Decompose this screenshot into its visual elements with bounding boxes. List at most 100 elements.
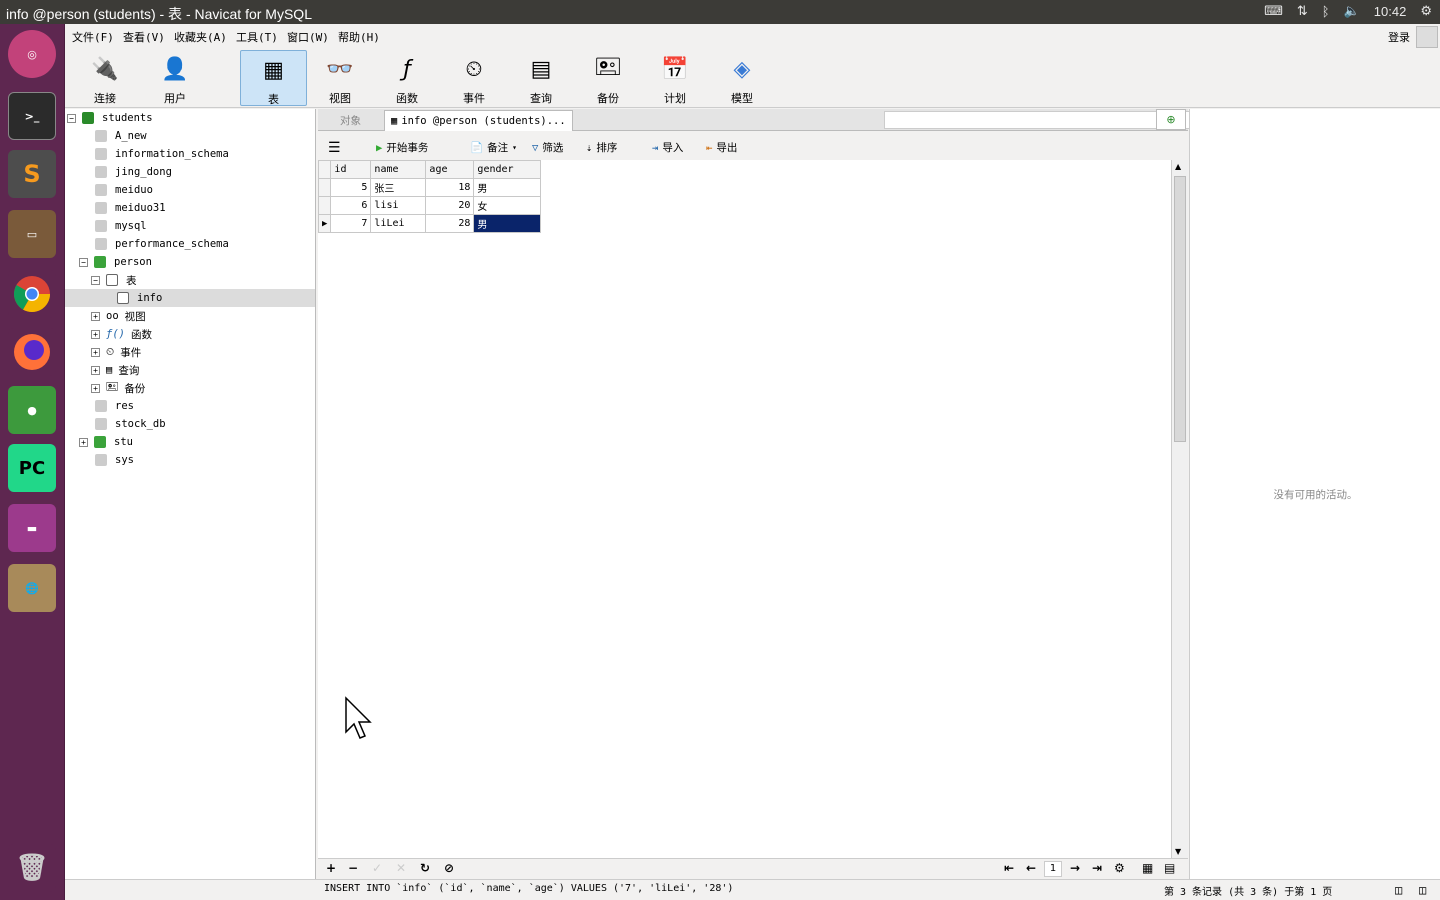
- firefox-icon[interactable]: [8, 328, 56, 376]
- vertical-scrollbar[interactable]: ▲ ▼: [1171, 160, 1188, 858]
- archive-globe-icon[interactable]: 🌐: [8, 564, 56, 612]
- clock[interactable]: 10:42: [1374, 4, 1407, 19]
- tab-info-table[interactable]: ▦ info @person (students)...: [384, 110, 573, 131]
- expand-icon[interactable]: +: [91, 383, 100, 393]
- user-button[interactable]: 👤 用户: [143, 50, 207, 106]
- panel-toggle-right-icon[interactable]: ◫: [1419, 883, 1426, 897]
- collapse-icon[interactable]: −: [67, 113, 76, 123]
- expand-icon[interactable]: +: [91, 347, 100, 357]
- tree-db[interactable]: information_schema: [95, 145, 229, 163]
- cell-age[interactable]: 18: [425, 178, 475, 197]
- tree-queries-group[interactable]: + ▤ 查询: [91, 361, 139, 379]
- cell-gender[interactable]: 女: [473, 196, 542, 215]
- tree-views-group[interactable]: + oo 视图: [91, 307, 146, 325]
- event-button[interactable]: ⏲ 事件: [442, 50, 506, 106]
- expand-icon[interactable]: +: [91, 311, 100, 321]
- settings-gear-icon[interactable]: ⚙: [1114, 861, 1125, 875]
- gear-icon[interactable]: ⚙: [1420, 3, 1432, 19]
- tree-backups-group[interactable]: + 🖭 备份: [91, 379, 145, 397]
- row-pointer-icon[interactable]: ▶: [317, 214, 332, 233]
- tree-connection-students[interactable]: − students: [67, 109, 153, 127]
- bluetooth-icon[interactable]: ᛒ: [1322, 4, 1330, 19]
- function-button[interactable]: ƒ 函数: [375, 50, 439, 106]
- scroll-up-icon[interactable]: ▲: [1175, 162, 1181, 171]
- tree-db[interactable]: meiduo: [95, 181, 153, 199]
- green-app-icon[interactable]: ●: [8, 386, 56, 434]
- chrome-icon[interactable]: [8, 270, 56, 318]
- network-icon[interactable]: ⇅: [1297, 3, 1308, 19]
- form-view-icon[interactable]: ▤: [1164, 861, 1175, 875]
- cell-id[interactable]: 6: [330, 196, 372, 215]
- tree-table-info[interactable]: info: [65, 289, 315, 307]
- tree-db[interactable]: mysql: [95, 217, 147, 235]
- menu-view[interactable]: 查看(V): [123, 29, 165, 45]
- tree-db[interactable]: stock_db: [95, 415, 166, 433]
- delete-record-icon[interactable]: −: [348, 861, 358, 875]
- model-button[interactable]: ◈ 模型: [710, 50, 774, 106]
- column-header-name[interactable]: name: [370, 160, 427, 179]
- collapse-icon[interactable]: −: [91, 275, 100, 285]
- tree-db[interactable]: sys: [95, 451, 134, 469]
- begin-transaction-button[interactable]: ▶ 开始事务: [376, 140, 428, 155]
- memo-button[interactable]: 📄 备注 ▾: [470, 140, 517, 155]
- menu-help[interactable]: 帮助(H): [338, 29, 380, 45]
- schedule-button[interactable]: 📅 计划: [643, 50, 707, 106]
- next-page-icon[interactable]: →: [1070, 861, 1080, 875]
- expand-icon[interactable]: +: [91, 365, 100, 375]
- refresh-icon[interactable]: ↻: [420, 861, 430, 875]
- first-page-icon[interactable]: ⇤: [1004, 861, 1014, 875]
- menu-tools[interactable]: 工具(T): [236, 29, 278, 45]
- tree-db[interactable]: performance_schema: [95, 235, 229, 253]
- tree-db-person[interactable]: − person: [79, 253, 152, 271]
- table-row[interactable]: ▶ 7 liLei 28 男: [317, 214, 542, 233]
- keyboard-icon[interactable]: ⌨: [1264, 3, 1283, 19]
- tree-tables-group[interactable]: − 表: [91, 271, 137, 289]
- import-button[interactable]: ⇥ 导入: [652, 140, 683, 155]
- collapse-icon[interactable]: −: [79, 257, 88, 267]
- tree-db[interactable]: meiduo31: [95, 199, 166, 217]
- login-link[interactable]: 登录: [1388, 29, 1410, 45]
- page-number-input[interactable]: 1: [1044, 861, 1062, 877]
- scrollbar-thumb[interactable]: [1174, 176, 1186, 442]
- tree-db-stu[interactable]: + stu: [79, 433, 133, 451]
- query-button[interactable]: ▤ 查询: [509, 50, 573, 106]
- sublime-text-icon[interactable]: S: [8, 150, 56, 198]
- cell-id[interactable]: 5: [330, 178, 372, 197]
- backup-button[interactable]: 🖭 备份: [576, 50, 640, 106]
- menu-window[interactable]: 窗口(W): [287, 29, 329, 45]
- ubuntu-home-icon[interactable]: ◎: [8, 30, 56, 78]
- purple-app-icon[interactable]: ▬: [8, 504, 56, 552]
- menu-favorites[interactable]: 收藏夹(A): [174, 29, 227, 45]
- tree-db[interactable]: A_new: [95, 127, 147, 145]
- cell-age[interactable]: 20: [425, 196, 475, 215]
- expand-icon[interactable]: +: [91, 329, 100, 339]
- cell-name[interactable]: liLei: [370, 214, 427, 233]
- grid-view-icon[interactable]: ▦: [1142, 861, 1153, 875]
- panel-toggle-left-icon[interactable]: ◫: [1395, 883, 1402, 897]
- pycharm-icon[interactable]: PC: [8, 444, 56, 492]
- cell-gender-selected[interactable]: 男: [473, 214, 542, 233]
- apply-icon[interactable]: ✓: [372, 861, 382, 875]
- column-header-gender[interactable]: gender: [473, 160, 542, 179]
- last-page-icon[interactable]: ⇥: [1092, 861, 1102, 875]
- tab-objects[interactable]: 对象: [334, 110, 367, 131]
- discard-icon[interactable]: ✕: [396, 861, 406, 875]
- filter-button[interactable]: ▽ 筛选: [532, 140, 563, 155]
- sort-button[interactable]: ⇣ 排序: [586, 140, 617, 155]
- cell-name[interactable]: 张三: [370, 178, 427, 197]
- table-row[interactable]: 5 张三 18 男: [317, 178, 542, 197]
- trash-icon[interactable]: 🗑: [8, 844, 56, 892]
- menu-file[interactable]: 文件(F): [72, 29, 114, 45]
- tree-db[interactable]: res: [95, 397, 134, 415]
- cell-gender[interactable]: 男: [473, 178, 542, 197]
- row-header[interactable]: [317, 178, 332, 197]
- new-tab-icon[interactable]: ⊕: [1156, 109, 1186, 130]
- column-header-id[interactable]: id: [330, 160, 372, 179]
- stop-icon[interactable]: ⊘: [444, 861, 454, 875]
- menu-icon[interactable]: ☰: [328, 140, 341, 156]
- table-button[interactable]: ▦ 表: [240, 50, 307, 106]
- expand-icon[interactable]: +: [79, 437, 88, 447]
- cell-name[interactable]: lisi: [370, 196, 427, 215]
- table-row[interactable]: 6 lisi 20 女: [317, 196, 542, 215]
- prev-page-icon[interactable]: ←: [1026, 861, 1036, 875]
